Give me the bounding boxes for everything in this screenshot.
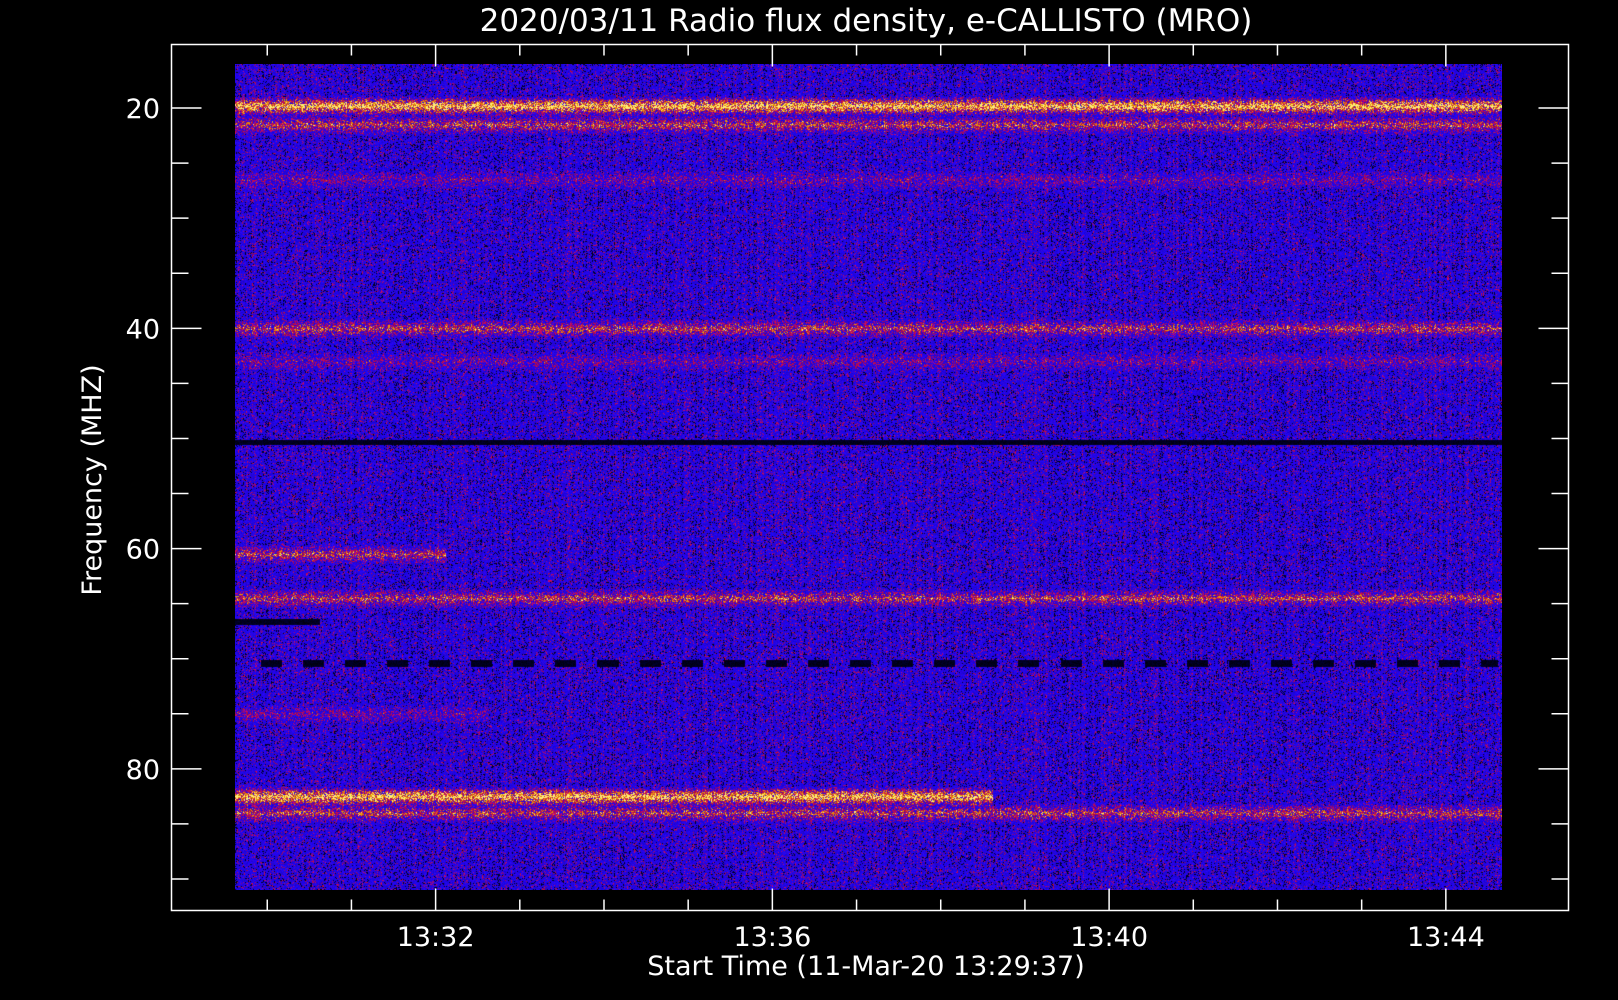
spectrogram-chart: 2020/03/11 Radio flux density, e-CALLIST… — [0, 0, 1618, 1000]
x-axis-label: Start Time (11-Mar-20 13:29:37) — [647, 951, 1085, 982]
y-tick-label: 40 — [126, 314, 160, 345]
x-axis-ticks: 13:32 13:36 13:40 13:44 — [266, 44, 1485, 953]
x-tick-label: 13:36 — [733, 922, 811, 953]
x-tick-label: 13:32 — [397, 922, 475, 953]
x-tick-label: 13:40 — [1070, 922, 1148, 953]
chart-frame: 2020/03/11 Radio flux density, e-CALLIST… — [77, 3, 1570, 982]
y-tick-label: 20 — [126, 94, 160, 125]
x-tick-label: 13:44 — [1407, 922, 1485, 953]
plot-frame — [170, 43, 1570, 912]
y-tick-label: 80 — [126, 755, 160, 786]
y-tick-label: 60 — [126, 535, 160, 566]
y-axis-ticks: 20 40 60 80 — [126, 94, 1569, 880]
chart-title: 2020/03/11 Radio flux density, e-CALLIST… — [480, 3, 1253, 39]
y-axis-label: Frequency (MHZ) — [77, 364, 108, 595]
